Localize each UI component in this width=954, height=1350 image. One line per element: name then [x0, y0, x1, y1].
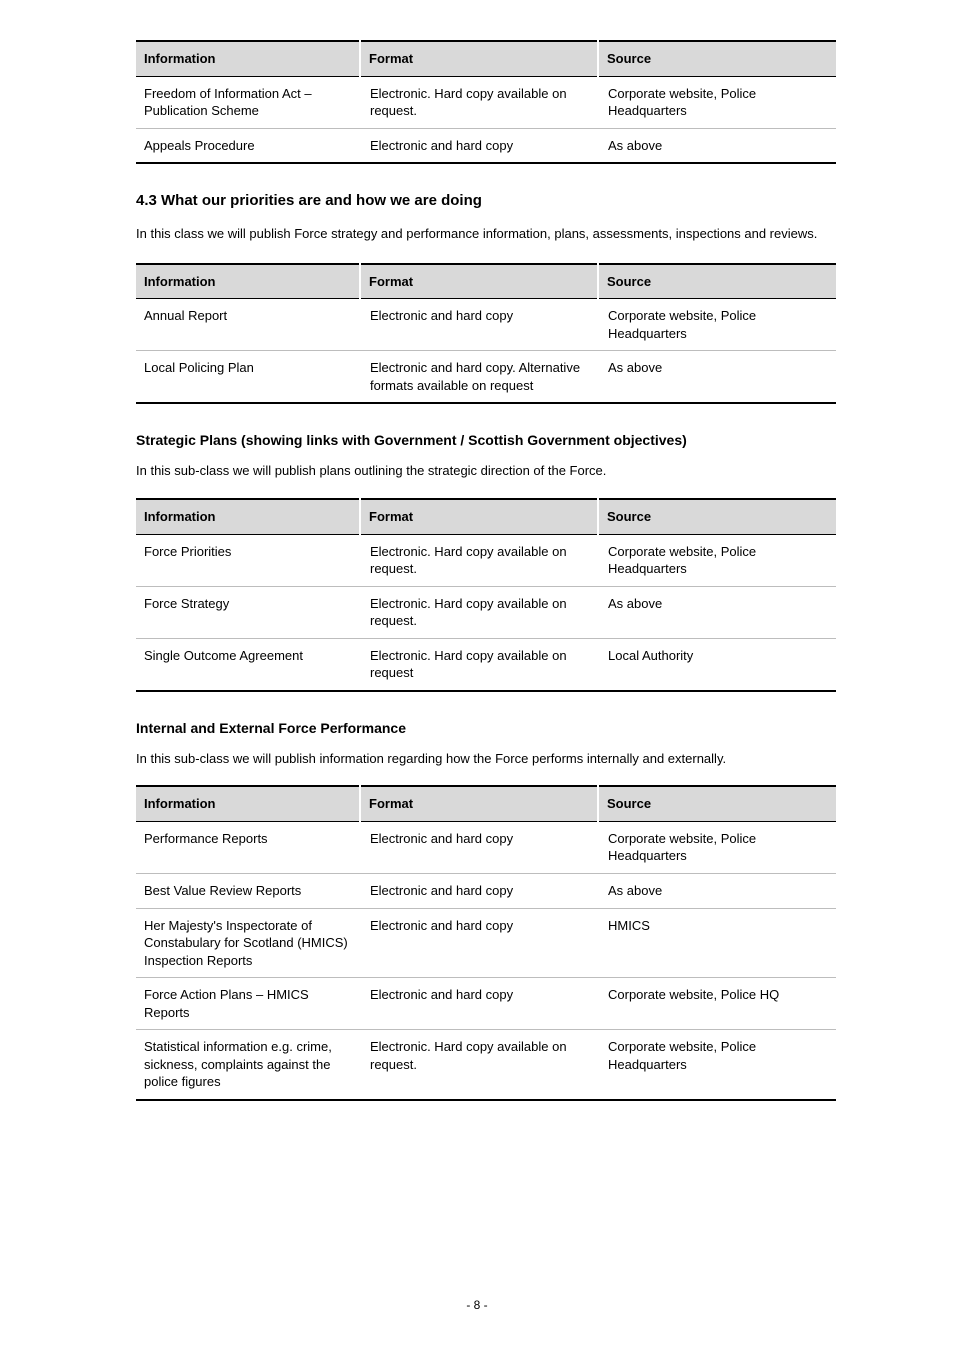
- col-header: Source: [598, 264, 836, 299]
- sub-intro: In this sub-class we will publish inform…: [136, 750, 836, 768]
- subclass-force-performance: Internal and External Force Performance …: [136, 720, 836, 1101]
- table-row: Force Strategy Electronic. Hard copy ava…: [136, 586, 836, 638]
- cell: Performance Reports: [136, 821, 360, 873]
- cell: HMICS: [598, 908, 836, 978]
- cell: Electronic and hard copy: [360, 874, 598, 909]
- table-row: Appeals Procedure Electronic and hard co…: [136, 128, 836, 163]
- section-intro: In this class we will publish Force stra…: [136, 225, 836, 243]
- cell: Local Policing Plan: [136, 351, 360, 404]
- cell: Electronic and hard copy: [360, 299, 598, 351]
- cell: Force Priorities: [136, 534, 360, 586]
- cell: Electronic. Hard copy available on reque…: [360, 1030, 598, 1100]
- col-header: Format: [360, 499, 598, 534]
- table-row: Annual Report Electronic and hard copy C…: [136, 299, 836, 351]
- table-header-row: Information Format Source: [136, 786, 836, 821]
- table-row: Performance Reports Electronic and hard …: [136, 821, 836, 873]
- table1-block: Information Format Source Freedom of Inf…: [136, 40, 836, 164]
- cell: As above: [598, 128, 836, 163]
- page-number: - 8 -: [0, 1298, 954, 1312]
- cell: Local Authority: [598, 638, 836, 691]
- table-row: Single Outcome Agreement Electronic. Har…: [136, 638, 836, 691]
- col-header: Source: [598, 786, 836, 821]
- sub-intro: In this sub-class we will publish plans …: [136, 462, 836, 480]
- cell: As above: [598, 586, 836, 638]
- cell: Her Majesty's Inspectorate of Constabula…: [136, 908, 360, 978]
- table1: Information Format Source Freedom of Inf…: [136, 40, 836, 164]
- cell: Freedom of Information Act – Publication…: [136, 76, 360, 128]
- col-header: Information: [136, 41, 360, 76]
- col-header: Format: [360, 786, 598, 821]
- col-header: Information: [136, 264, 360, 299]
- cell: Electronic. Hard copy available on reque…: [360, 534, 598, 586]
- table-row: Best Value Review Reports Electronic and…: [136, 874, 836, 909]
- cell: Corporate website, Police Headquarters: [598, 299, 836, 351]
- cell: As above: [598, 351, 836, 404]
- cell: Force Strategy: [136, 586, 360, 638]
- cell: Electronic and hard copy: [360, 821, 598, 873]
- cell: Corporate website, Police Headquarters: [598, 76, 836, 128]
- table4: Information Format Source Performance Re…: [136, 785, 836, 1101]
- table-row: Force Action Plans – HMICS Reports Elect…: [136, 978, 836, 1030]
- cell: Electronic. Hard copy available on reque…: [360, 76, 598, 128]
- table-row: Statistical information e.g. crime, sick…: [136, 1030, 836, 1100]
- section-heading: 4.3 What our priorities are and how we a…: [136, 192, 836, 209]
- cell: Electronic. Hard copy available on reque…: [360, 638, 598, 691]
- cell: Corporate website, Police Headquarters: [598, 821, 836, 873]
- col-header: Source: [598, 499, 836, 534]
- cell: Electronic and hard copy: [360, 978, 598, 1030]
- cell: Electronic and hard copy: [360, 128, 598, 163]
- cell: Statistical information e.g. crime, sick…: [136, 1030, 360, 1100]
- cell: Electronic. Hard copy available on reque…: [360, 586, 598, 638]
- table3: Information Format Source Force Prioriti…: [136, 498, 836, 692]
- table-header-row: Information Format Source: [136, 499, 836, 534]
- cell: Appeals Procedure: [136, 128, 360, 163]
- table-row: Local Policing Plan Electronic and hard …: [136, 351, 836, 404]
- cell: Corporate website, Police Headquarters: [598, 1030, 836, 1100]
- col-header: Format: [360, 264, 598, 299]
- cell: Force Action Plans – HMICS Reports: [136, 978, 360, 1030]
- cell: Best Value Review Reports: [136, 874, 360, 909]
- subclass-strategic-plans: Strategic Plans (showing links with Gove…: [136, 432, 836, 691]
- table-row: Freedom of Information Act – Publication…: [136, 76, 836, 128]
- table-header-row: Information Format Source: [136, 41, 836, 76]
- col-header: Information: [136, 499, 360, 534]
- col-header: Source: [598, 41, 836, 76]
- cell: Electronic and hard copy: [360, 908, 598, 978]
- section-4-3: 4.3 What our priorities are and how we a…: [136, 192, 836, 404]
- cell: As above: [598, 874, 836, 909]
- cell: Corporate website, Police Headquarters: [598, 534, 836, 586]
- table-row: Her Majesty's Inspectorate of Constabula…: [136, 908, 836, 978]
- col-header: Format: [360, 41, 598, 76]
- cell: Corporate website, Police HQ: [598, 978, 836, 1030]
- cell: Electronic and hard copy. Alternative fo…: [360, 351, 598, 404]
- table-header-row: Information Format Source: [136, 264, 836, 299]
- col-header: Information: [136, 786, 360, 821]
- table2: Information Format Source Annual Report …: [136, 263, 836, 405]
- subheading: Strategic Plans (showing links with Gove…: [136, 432, 836, 448]
- subheading: Internal and External Force Performance: [136, 720, 836, 736]
- cell: Single Outcome Agreement: [136, 638, 360, 691]
- table-row: Force Priorities Electronic. Hard copy a…: [136, 534, 836, 586]
- cell: Annual Report: [136, 299, 360, 351]
